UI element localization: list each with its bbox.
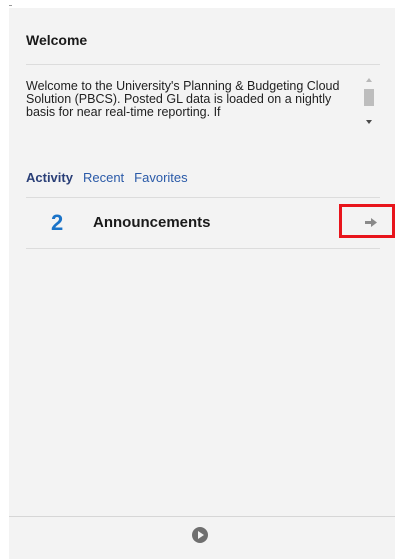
- welcome-message: Welcome to the University's Planning & B…: [26, 80, 340, 119]
- activity-tabs: Activity Recent Favorites: [26, 170, 188, 185]
- footer-divider: [9, 516, 395, 517]
- corner-mark: [9, 5, 12, 6]
- welcome-message-box[interactable]: Welcome to the University's Planning & B…: [26, 80, 354, 132]
- play-icon[interactable]: [192, 527, 208, 543]
- open-announcements-button[interactable]: [339, 204, 395, 238]
- announcements-row[interactable]: 2 Announcements: [26, 198, 380, 248]
- welcome-title: Welcome: [26, 32, 88, 48]
- chevron-up-icon[interactable]: [366, 78, 372, 82]
- tab-activity[interactable]: Activity: [26, 170, 73, 185]
- welcome-divider: [26, 64, 380, 65]
- tab-favorites[interactable]: Favorites: [134, 170, 187, 185]
- list-divider-bottom: [26, 248, 380, 249]
- announcements-label: Announcements: [93, 214, 211, 231]
- tab-recent[interactable]: Recent: [83, 170, 124, 185]
- announcements-count: 2: [51, 210, 64, 235]
- scroll-thumb[interactable]: [364, 89, 374, 106]
- arrow-right-icon: [365, 218, 377, 227]
- chevron-down-icon[interactable]: [366, 120, 372, 124]
- welcome-scrollbar[interactable]: [364, 74, 376, 130]
